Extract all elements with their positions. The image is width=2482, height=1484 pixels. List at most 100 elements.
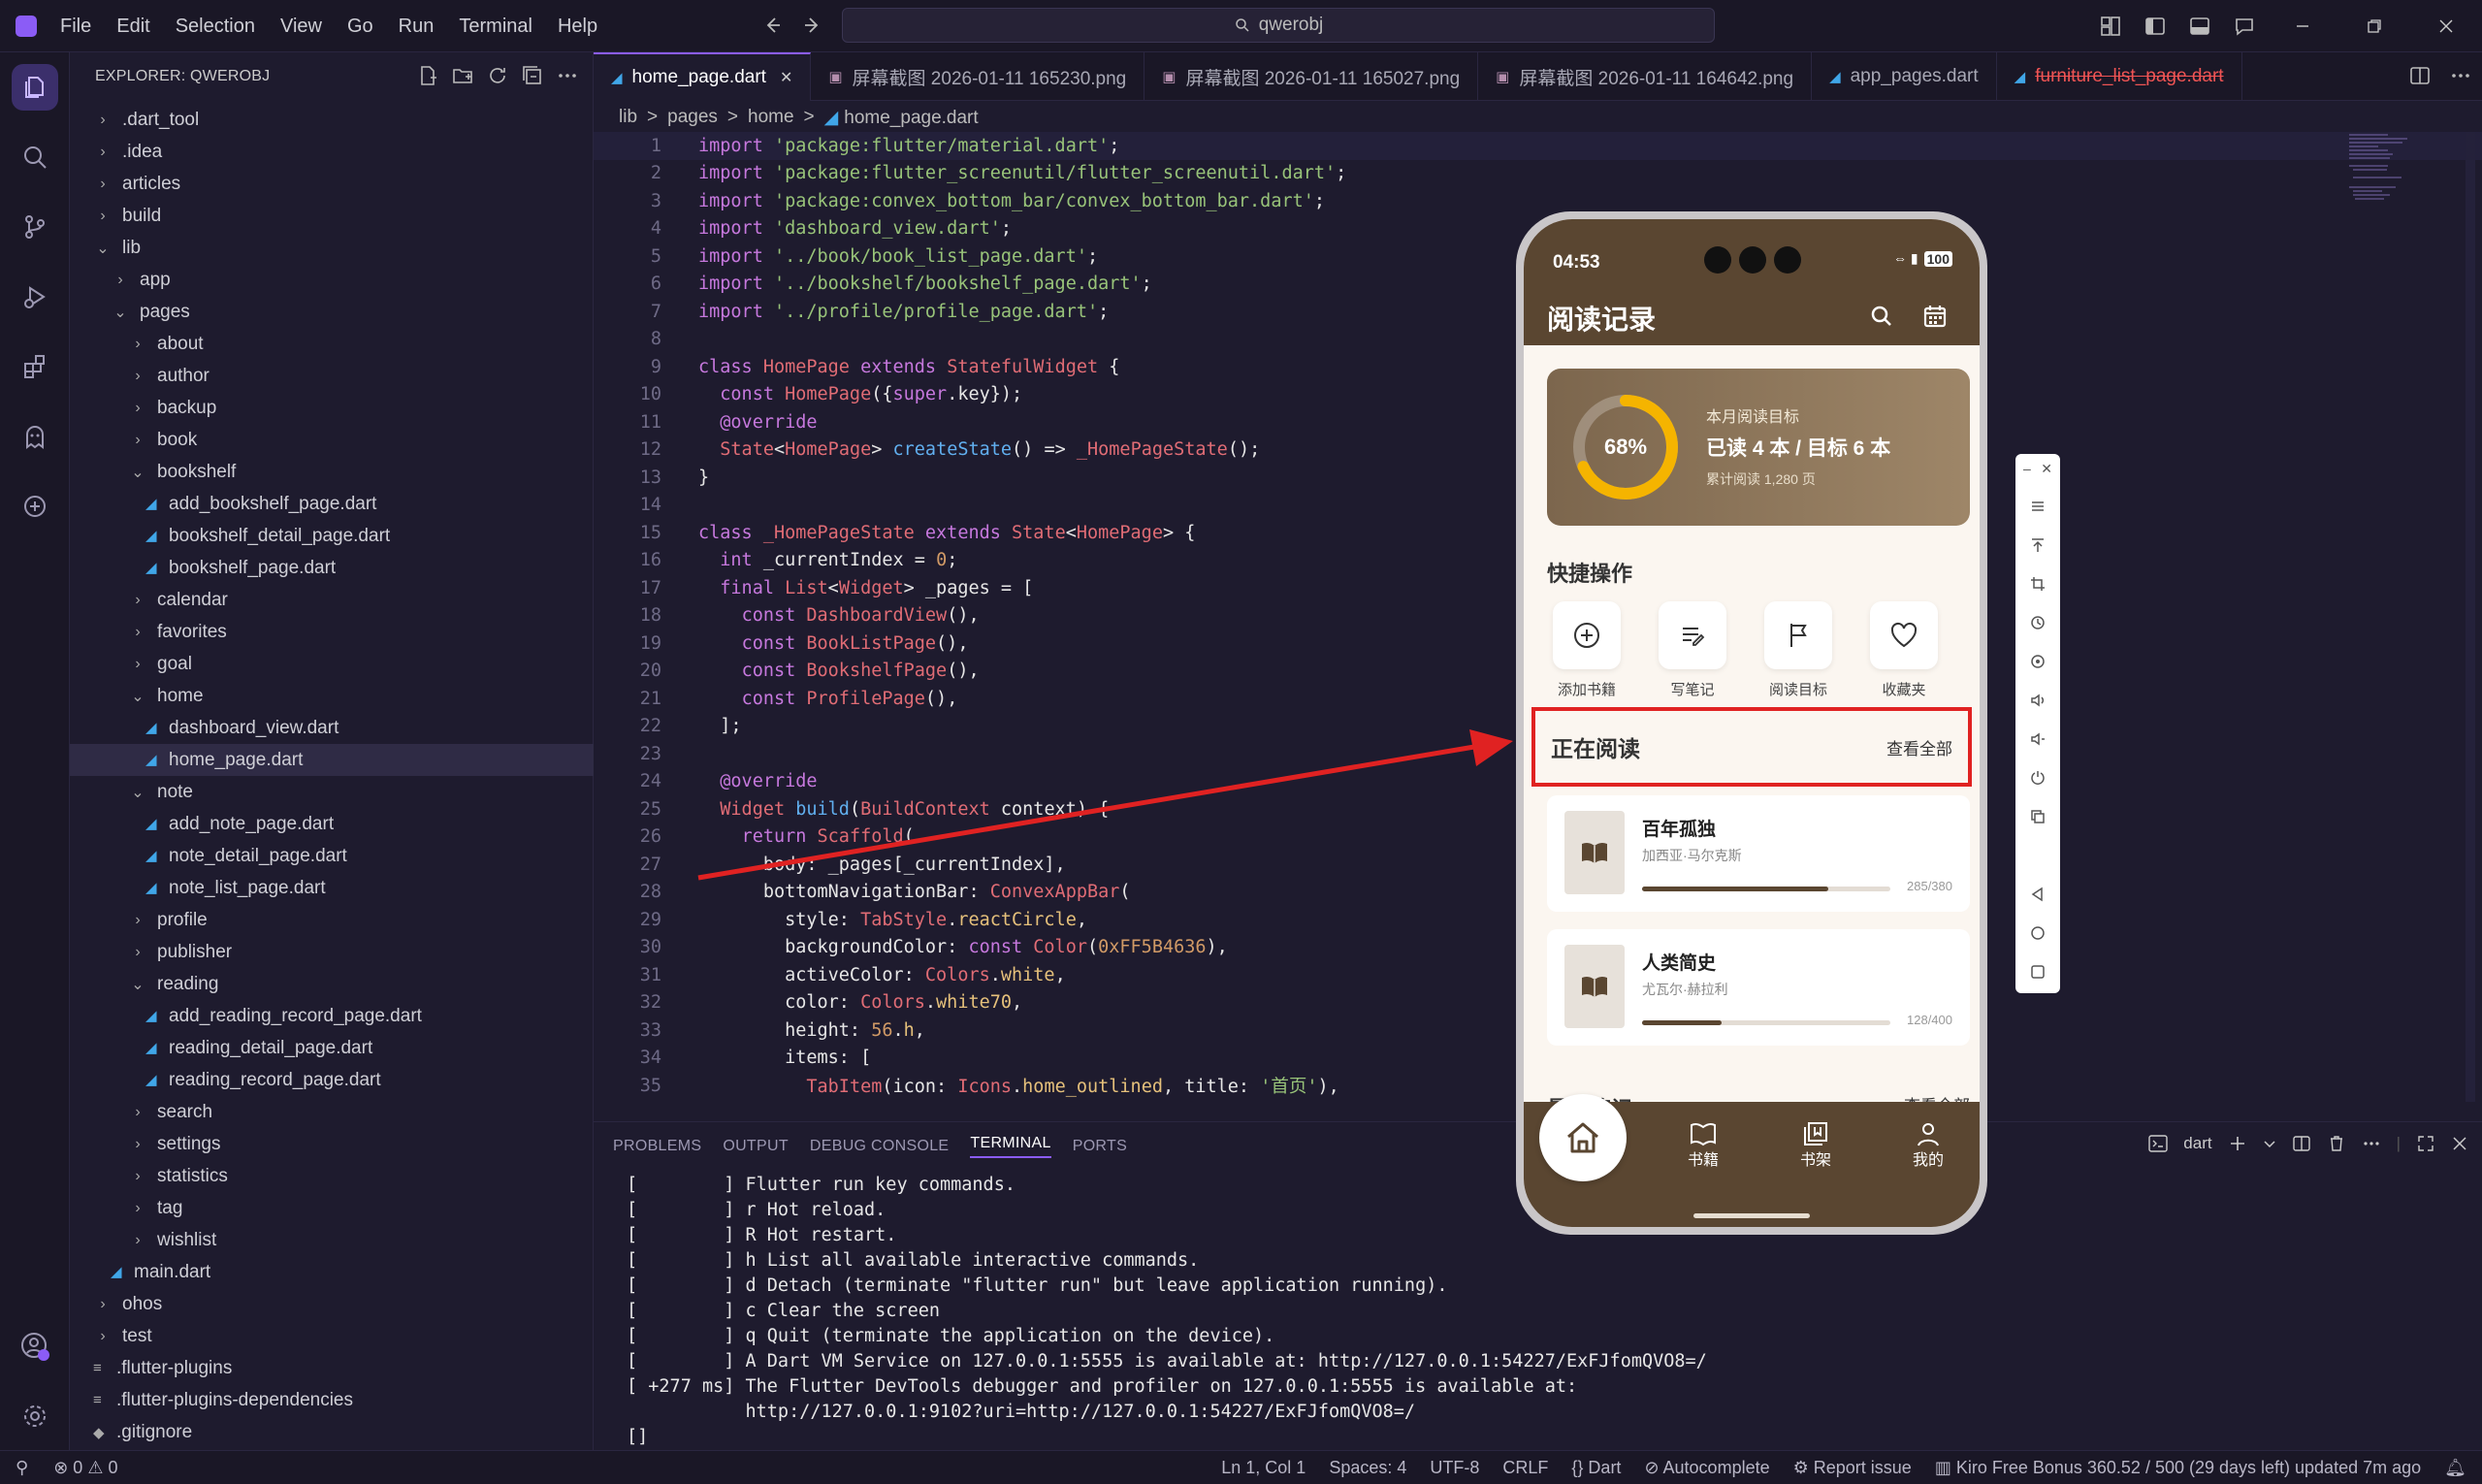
tab-ports[interactable]: PORTS xyxy=(1073,1138,1127,1155)
search-icon[interactable] xyxy=(1868,303,1895,330)
close-panel-icon[interactable] xyxy=(2451,1135,2468,1152)
split-terminal-icon[interactable] xyxy=(2292,1134,2311,1153)
terminal-shell-name[interactable]: dart xyxy=(2183,1134,2211,1153)
collapse-all-icon[interactable] xyxy=(521,64,544,87)
nav-books[interactable]: 书籍 xyxy=(1664,1121,1742,1170)
minimap[interactable] xyxy=(2349,132,2436,210)
layout-customize-icon[interactable] xyxy=(2088,0,2133,52)
explorer-icon[interactable] xyxy=(0,52,70,122)
account-icon[interactable] xyxy=(0,1311,70,1381)
search-view-icon[interactable] xyxy=(0,122,70,192)
tree-folder[interactable]: › app xyxy=(70,264,594,296)
line-endings[interactable]: CRLF xyxy=(1502,1458,1548,1478)
nav-profile[interactable]: 我的 xyxy=(1889,1121,1967,1170)
book-card[interactable]: 人类简史 尤瓦尔·赫拉利 128/400 xyxy=(1547,929,1970,1046)
tree-folder[interactable]: › .dart_tool xyxy=(70,104,594,136)
tree-folder[interactable]: › test xyxy=(70,1320,594,1352)
settings-gear-icon[interactable] xyxy=(0,1381,70,1451)
tab-problems[interactable]: PROBLEMS xyxy=(613,1138,701,1155)
new-terminal-icon[interactable] xyxy=(2228,1134,2247,1153)
tree-folder[interactable]: ⌄ note xyxy=(70,776,594,808)
tree-folder[interactable]: ⌄ reading xyxy=(70,968,594,1000)
tree-folder[interactable]: ⌄ pages xyxy=(70,296,594,328)
home-circle-icon[interactable] xyxy=(2015,914,2060,952)
menu-file[interactable]: File xyxy=(60,16,91,38)
nav-bookshelf[interactable]: 书架 xyxy=(1777,1121,1854,1170)
tree-folder[interactable]: › search xyxy=(70,1096,594,1128)
menu-icon[interactable] xyxy=(2015,487,2060,526)
tree-folder[interactable]: › ohos xyxy=(70,1288,594,1320)
tree-folder[interactable]: › favorites xyxy=(70,616,594,648)
tree-folder[interactable]: ⌄ bookshelf xyxy=(70,456,594,488)
tree-file[interactable]: ◢ reading_detail_page.dart xyxy=(70,1032,594,1064)
quick-action-reading-goal[interactable]: 阅读目标 xyxy=(1755,601,1842,699)
new-file-icon[interactable] xyxy=(416,64,439,87)
menu-view[interactable]: View xyxy=(280,16,322,38)
extensions-icon[interactable] xyxy=(0,332,70,402)
reading-goal-card[interactable]: 68% 本月阅读目标 已读 4 本 / 目标 6 本 累计阅读 1,280 页 xyxy=(1547,369,1970,526)
tree-file[interactable]: ◢ add_reading_record_page.dart xyxy=(70,1000,594,1032)
notifications-icon[interactable]: 🔔︎ xyxy=(2444,1458,2466,1478)
tree-folder[interactable]: › statistics xyxy=(70,1160,594,1192)
menu-edit[interactable]: Edit xyxy=(116,16,149,38)
cursor-position[interactable]: Ln 1, Col 1 xyxy=(1221,1458,1305,1478)
power-icon[interactable] xyxy=(2015,758,2060,797)
editor-tab[interactable]: ◢ app_pages.dart xyxy=(1812,52,1997,101)
split-editor-icon[interactable] xyxy=(2408,64,2432,87)
editor-tab[interactable]: ◢ furniture_list_page.dart xyxy=(1997,52,2242,101)
problems-indicator[interactable]: ⊗ 0 ⚠ 0 xyxy=(53,1458,117,1478)
quick-action-write-note[interactable]: 写笔记 xyxy=(1649,601,1736,699)
source-control-icon[interactable] xyxy=(0,192,70,262)
toggle-panel-icon[interactable] xyxy=(2177,0,2222,52)
language-mode[interactable]: {} Dart xyxy=(1571,1458,1621,1478)
tree-folder[interactable]: › wishlist xyxy=(70,1224,594,1256)
kiro-usage[interactable]: ▥ Kiro Free Bonus 360.52 / 500 (29 days … xyxy=(1935,1458,2421,1478)
tree-file[interactable]: ◆ .gitignore xyxy=(70,1416,594,1448)
menu-go[interactable]: Go xyxy=(347,16,373,38)
tab-debug-console[interactable]: DEBUG CONSOLE xyxy=(810,1138,950,1155)
menu-help[interactable]: Help xyxy=(558,16,597,38)
tree-file[interactable]: ◢ home_page.dart xyxy=(70,744,594,776)
tree-folder[interactable]: › calendar xyxy=(70,584,594,616)
tree-file[interactable]: ◢ bookshelf_detail_page.dart xyxy=(70,520,594,552)
tree-folder[interactable]: › backup xyxy=(70,392,594,424)
breadcrumb-file[interactable]: ◢ home_page.dart xyxy=(824,107,979,129)
run-debug-icon[interactable] xyxy=(0,262,70,332)
tree-file[interactable]: ◢ note_list_page.dart xyxy=(70,872,594,904)
screenshot-icon[interactable] xyxy=(2015,797,2060,836)
tree-file[interactable]: ◢ note_detail_page.dart xyxy=(70,840,594,872)
forward-arrow-icon[interactable] xyxy=(801,14,824,37)
remote-indicator[interactable]: ⚲ xyxy=(16,1458,28,1478)
tree-file[interactable]: ◢ reading_record_page.dart xyxy=(70,1064,594,1096)
tree-file[interactable]: ≡ .flutter-plugins xyxy=(70,1352,594,1384)
more-actions-icon[interactable] xyxy=(2362,1134,2381,1153)
editor-tab[interactable]: ▣ 屏幕截图 2026-01-11 164642.png xyxy=(1478,52,1813,101)
back-triangle-icon[interactable] xyxy=(2015,875,2060,914)
tree-folder[interactable]: › build xyxy=(70,200,594,232)
refresh-icon[interactable] xyxy=(486,64,509,87)
more-actions-icon[interactable] xyxy=(556,64,579,87)
calendar-icon[interactable] xyxy=(1921,303,1949,330)
tree-folder[interactable]: › settings xyxy=(70,1128,594,1160)
tree-file[interactable]: ◢ add_bookshelf_page.dart xyxy=(70,488,594,520)
tree-file[interactable]: ◢ add_note_page.dart xyxy=(70,808,594,840)
tree-folder[interactable]: › .idea xyxy=(70,136,594,168)
new-folder-icon[interactable] xyxy=(451,64,474,87)
chat-icon[interactable] xyxy=(2222,0,2267,52)
editor-tab[interactable]: ▣ 屏幕截图 2026-01-11 165027.png xyxy=(1144,52,1479,101)
command-center-search[interactable]: qwerobj xyxy=(842,8,1715,43)
tree-file[interactable]: ≡ .flutter-plugins-dependencies xyxy=(70,1384,594,1416)
crop-icon[interactable] xyxy=(2015,565,2060,603)
location-icon[interactable] xyxy=(2015,642,2060,681)
breadcrumb-home[interactable]: home xyxy=(748,107,794,129)
tree-folder[interactable]: › publisher xyxy=(70,936,594,968)
pin-top-icon[interactable] xyxy=(2015,526,2060,565)
report-issue[interactable]: ⚙ Report issue xyxy=(1793,1458,1912,1478)
book-card[interactable]: 百年孤独 加西亚·马尔克斯 285/380 xyxy=(1547,795,1970,912)
quick-action-favorites[interactable]: 收藏夹 xyxy=(1860,601,1948,699)
view-all-link[interactable]: 查看全部 xyxy=(1886,735,1952,759)
kiro-ghost-icon[interactable] xyxy=(0,402,70,471)
menu-terminal[interactable]: Terminal xyxy=(459,16,532,38)
tree-folder[interactable]: › goal xyxy=(70,648,594,680)
volume-up-icon[interactable] xyxy=(2015,681,2060,720)
